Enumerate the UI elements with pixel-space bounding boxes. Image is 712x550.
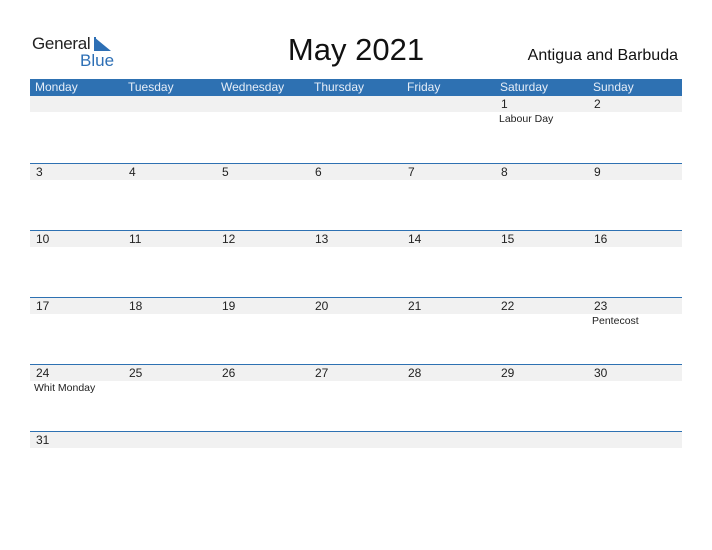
weekday-monday: Monday — [35, 80, 78, 94]
weekday-tuesday: Tuesday — [128, 80, 174, 94]
weekday-header: Monday Tuesday Wednesday Thursday Friday Satu… — [30, 79, 682, 96]
day-cell[interactable]: 28 — [402, 365, 495, 431]
day-number: 15 — [501, 232, 515, 246]
day-number: 25 — [129, 366, 143, 380]
day-number: 1 — [501, 97, 508, 111]
day-number: 17 — [36, 299, 50, 313]
week-row: 1 Labour Day 2 — [30, 96, 682, 163]
day-number: 16 — [594, 232, 608, 246]
day-cell[interactable]: 25 — [123, 365, 216, 431]
day-number: 31 — [36, 433, 50, 447]
day-cell — [309, 96, 402, 162]
day-cell — [123, 432, 216, 498]
day-cell[interactable]: 18 — [123, 298, 216, 364]
day-number: 23 — [594, 299, 608, 313]
day-number: 7 — [408, 165, 415, 179]
day-number: 10 — [36, 232, 50, 246]
day-cell[interactable]: 11 — [123, 231, 216, 297]
day-number: 21 — [408, 299, 422, 313]
day-number: 22 — [501, 299, 515, 313]
week-row: 17 18 19 20 21 22 23 Pentecost — [30, 297, 682, 364]
day-number: 8 — [501, 165, 508, 179]
day-number: 12 — [222, 232, 236, 246]
day-cell[interactable]: 26 — [216, 365, 309, 431]
day-cell — [402, 432, 495, 498]
day-cell — [402, 96, 495, 162]
week-row: 10 11 12 13 14 15 16 — [30, 230, 682, 297]
weekday-friday: Friday — [407, 80, 441, 94]
week-row: 3 4 5 6 7 8 9 — [30, 163, 682, 230]
day-number: 27 — [315, 366, 329, 380]
day-cell — [309, 432, 402, 498]
day-cell[interactable]: 19 — [216, 298, 309, 364]
day-cell[interactable]: 5 — [216, 164, 309, 230]
day-cell[interactable]: 10 — [30, 231, 123, 297]
weekday-wednesday: Wednesday — [221, 80, 285, 94]
day-number: 14 — [408, 232, 422, 246]
day-number: 13 — [315, 232, 329, 246]
day-cell[interactable]: 29 — [495, 365, 588, 431]
week-row: 31 — [30, 431, 682, 498]
weekday-sunday: Sunday — [593, 80, 634, 94]
day-cell[interactable]: 17 — [30, 298, 123, 364]
day-cell[interactable]: 15 — [495, 231, 588, 297]
day-cell[interactable]: 22 — [495, 298, 588, 364]
day-number: 2 — [594, 97, 601, 111]
day-number: 11 — [129, 232, 142, 246]
day-cell[interactable]: 6 — [309, 164, 402, 230]
day-cell[interactable]: 2 — [588, 96, 681, 162]
day-number: 3 — [36, 165, 43, 179]
day-cell[interactable]: 8 — [495, 164, 588, 230]
day-cell — [216, 96, 309, 162]
day-number: 6 — [315, 165, 322, 179]
calendar-grid: Monday Tuesday Wednesday Thursday Friday Satu… — [30, 79, 682, 498]
country-label: Antigua and Barbuda — [527, 47, 678, 64]
day-cell[interactable]: 23 Pentecost — [588, 298, 681, 364]
day-cell — [495, 432, 588, 498]
day-cell[interactable]: 3 — [30, 164, 123, 230]
day-cell[interactable]: 31 — [30, 432, 123, 498]
day-cell[interactable]: 1 Labour Day — [495, 96, 588, 162]
day-cell — [30, 96, 123, 162]
holiday-label: Whit Monday — [34, 382, 96, 394]
weekday-thursday: Thursday — [314, 80, 365, 94]
day-number: 4 — [129, 165, 136, 179]
day-number: 26 — [222, 366, 236, 380]
holiday-label: Labour Day — [499, 113, 554, 125]
day-number: 28 — [408, 366, 422, 380]
day-cell[interactable]: 9 — [588, 164, 681, 230]
day-cell[interactable]: 24 Whit Monday — [30, 365, 123, 431]
day-number: 19 — [222, 299, 236, 313]
day-number: 9 — [594, 165, 601, 179]
day-number: 18 — [129, 299, 143, 313]
day-cell[interactable]: 30 — [588, 365, 681, 431]
day-cell[interactable]: 16 — [588, 231, 681, 297]
day-cell — [216, 432, 309, 498]
day-number: 5 — [222, 165, 229, 179]
day-cell[interactable]: 20 — [309, 298, 402, 364]
weeks-container: 1 Labour Day 2 3 4 5 6 7 8 9 10 11 12 13 14 15 16 17 18 19 2… — [30, 96, 682, 498]
day-cell[interactable]: 4 — [123, 164, 216, 230]
day-number: 20 — [315, 299, 329, 313]
day-cell[interactable]: 21 — [402, 298, 495, 364]
day-number: 24 — [36, 366, 50, 380]
day-cell[interactable]: 12 — [216, 231, 309, 297]
day-number: 30 — [594, 366, 608, 380]
day-cell[interactable]: 7 — [402, 164, 495, 230]
day-cell[interactable]: 27 — [309, 365, 402, 431]
week-row: 24 Whit Monday 25 26 27 28 29 30 — [30, 364, 682, 431]
holiday-label: Pentecost — [592, 315, 639, 327]
day-cell — [123, 96, 216, 162]
day-cell — [588, 432, 681, 498]
day-number: 29 — [501, 366, 515, 380]
day-cell[interactable]: 13 — [309, 231, 402, 297]
day-cell[interactable]: 14 — [402, 231, 495, 297]
weekday-saturday: Saturday — [500, 80, 549, 94]
